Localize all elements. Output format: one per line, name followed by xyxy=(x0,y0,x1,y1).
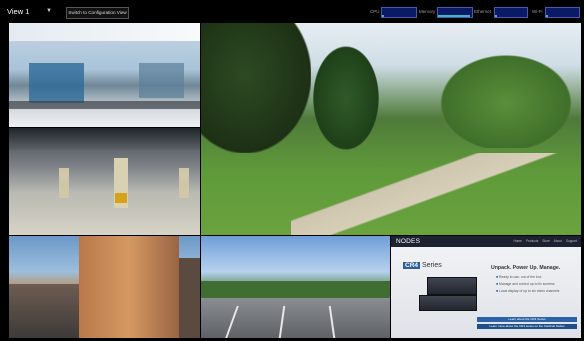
camera-tile-office[interactable] xyxy=(9,23,200,127)
memory-meter-label: Memory xyxy=(419,9,436,14)
site-bullet: Ready to use, out of the box xyxy=(496,275,541,279)
view-select-value: View 1 xyxy=(7,7,30,16)
site-body: CR4 Series Unpack. Power Up. Manage. Rea… xyxy=(391,247,581,338)
site-bullet: Manage and control up to fix screens xyxy=(496,282,555,286)
site-logo: NODES xyxy=(396,238,421,245)
camera-tile-website[interactable]: NODES Home Products Store About Support … xyxy=(391,236,581,338)
device-image-2 xyxy=(419,295,477,311)
camera-tile-parking-lot[interactable] xyxy=(201,236,390,338)
device-image xyxy=(427,277,477,295)
series-badge: CR4 Series xyxy=(403,262,442,269)
site-bullet: Local display of up to six video channel… xyxy=(496,289,560,293)
cpu-meter xyxy=(381,7,417,18)
site-headline: Unpack. Power Up. Manage. xyxy=(491,265,561,271)
chevron-down-icon: ▼ xyxy=(46,8,52,14)
wifi-meter xyxy=(545,7,580,18)
view-select[interactable]: View 1 ▼ xyxy=(7,6,53,17)
site-header: NODES Home Products Store About Support xyxy=(391,236,581,247)
site-cta-button[interactable]: Learn about the CR4 Series xyxy=(477,317,577,322)
site-cta-button-2[interactable]: Learn more about the CR4 series on the C… xyxy=(477,324,577,329)
camera-tile-parking-garage[interactable] xyxy=(9,128,200,235)
series-name: CR4 xyxy=(403,262,421,269)
series-word: Series xyxy=(421,262,442,269)
site-nav: Home Products Store About Support xyxy=(513,239,577,243)
wifi-meter-label: Wi-Fi xyxy=(532,9,543,14)
switch-to-configuration-view-button[interactable]: Switch to Configuration View xyxy=(66,7,129,19)
cpu-meter-label: CPU xyxy=(370,9,380,14)
memory-meter xyxy=(437,7,473,18)
ethernet-meter xyxy=(494,7,528,18)
camera-tile-building[interactable] xyxy=(9,236,200,338)
top-toolbar: View 1 ▼ Switch to Configuration View CP… xyxy=(0,0,584,22)
ethernet-meter-label: Ethernet xyxy=(474,9,492,14)
camera-tile-park[interactable] xyxy=(201,23,581,235)
